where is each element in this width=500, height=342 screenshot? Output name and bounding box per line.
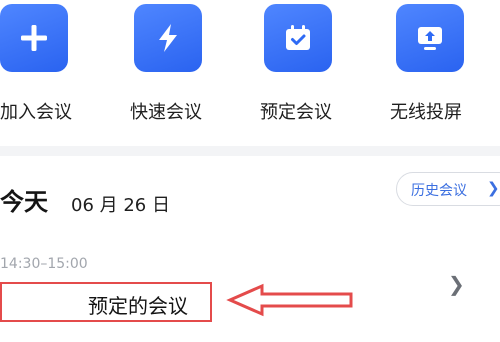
quick-meeting-label: 快速会议	[130, 102, 202, 123]
history-meetings-button[interactable]: 历史会议 ❯	[396, 172, 500, 206]
wireless-cast-tile[interactable]	[396, 4, 464, 72]
section-divider	[0, 146, 500, 156]
wireless-cast-label: 无线投屏	[390, 102, 462, 123]
history-meetings-label: 历史会议	[411, 183, 467, 199]
annotation-arrow	[226, 283, 353, 317]
screen-cast-icon	[418, 27, 442, 50]
today-heading: 今天	[0, 188, 48, 216]
quick-actions: 加入会议 快速会议 预定会议 无线投屏	[0, 0, 500, 140]
schedule-meeting-button[interactable]: 预定会议	[260, 0, 382, 140]
meeting-title: 预定的会议	[88, 294, 188, 318]
meeting-title-highlight: 预定的会议	[0, 282, 212, 322]
quick-meeting-button[interactable]: 快速会议	[128, 0, 248, 140]
calendar-check-icon	[286, 25, 310, 50]
wireless-cast-button[interactable]: 无线投屏	[390, 0, 500, 140]
lightning-icon	[159, 24, 177, 52]
plus-icon	[21, 25, 47, 51]
join-meeting-tile[interactable]	[0, 4, 68, 72]
schedule-meeting-label: 预定会议	[260, 102, 332, 123]
quick-meeting-tile[interactable]	[134, 4, 202, 72]
chevron-right-icon: ❯	[487, 179, 500, 197]
join-meeting-button[interactable]: 加入会议	[0, 0, 76, 140]
today-date: 06 月 26 日	[71, 195, 170, 216]
schedule-meeting-tile[interactable]	[264, 4, 332, 72]
meeting-time: 14:30–15:00	[0, 256, 88, 272]
chevron-right-icon[interactable]: ❯	[448, 272, 465, 296]
join-meeting-label: 加入会议	[0, 102, 72, 123]
